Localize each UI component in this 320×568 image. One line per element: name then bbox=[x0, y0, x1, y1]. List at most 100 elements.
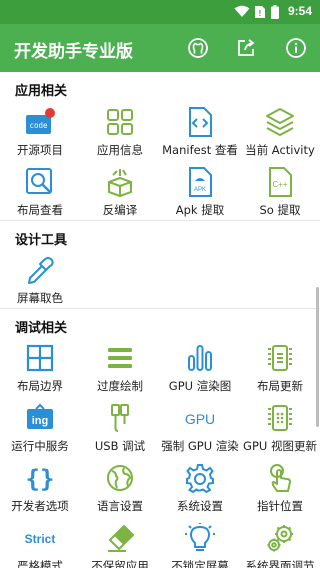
tool-overdraw[interactable]: 过度绘制 bbox=[80, 342, 160, 400]
gpu-text-icon: GPU bbox=[185, 411, 215, 427]
tool-label: 屏幕取色 bbox=[17, 291, 63, 305]
running-service-icon: ing bbox=[27, 403, 53, 429]
svg-text:C++: C++ bbox=[272, 180, 287, 189]
app-bar: 开发助手专业版 bbox=[0, 24, 320, 72]
tool-usb-debug[interactable]: USB 调试 bbox=[80, 402, 160, 460]
layout-search-icon bbox=[26, 168, 52, 194]
tool-app-info[interactable]: 应用信息 bbox=[80, 106, 160, 164]
tool-label: 应用信息 bbox=[97, 143, 143, 157]
layers-icon bbox=[266, 108, 294, 136]
tool-color-picker[interactable]: 屏幕取色 bbox=[0, 254, 80, 312]
tools-list[interactable]: 应用相关 code 开源项目 应用信息 Manifest 查看 当前 Activ… bbox=[0, 72, 320, 568]
tool-gpu-view-update[interactable]: GPU 视图更新 bbox=[240, 402, 320, 460]
tool-running-services[interactable]: ing 运行中服务 bbox=[0, 402, 80, 460]
strict-text-icon: Strict bbox=[25, 532, 56, 546]
tool-label: 系统设置 bbox=[177, 499, 223, 513]
tool-label: 反编译 bbox=[102, 203, 138, 217]
tool-layout-update[interactable]: 布局更新 bbox=[240, 342, 320, 400]
tool-current-activity[interactable]: 当前 Activity bbox=[240, 106, 320, 164]
tool-layout-bounds[interactable]: 布局边界 bbox=[0, 342, 80, 400]
tool-label: 过度绘制 bbox=[97, 379, 143, 393]
pointer-icon bbox=[270, 464, 291, 492]
globe-icon bbox=[107, 465, 133, 491]
section-title-design: 设计工具 bbox=[15, 233, 68, 248]
status-bar: ! 9:54 bbox=[0, 0, 320, 24]
tool-system-ui-tuner[interactable]: 系统界面调节 bbox=[240, 522, 320, 568]
tool-label: 布局查看 bbox=[17, 203, 63, 217]
tool-label: 布局边界 bbox=[17, 379, 63, 393]
section-divider bbox=[0, 308, 320, 309]
code-badge-icon: code bbox=[26, 108, 55, 134]
app-title: 开发助手专业版 bbox=[14, 42, 133, 62]
grid-icon bbox=[107, 109, 133, 135]
tool-layout-view[interactable]: 布局查看 bbox=[0, 166, 80, 224]
layout-update-icon bbox=[268, 345, 292, 371]
tool-label: 运行中服务 bbox=[11, 439, 69, 453]
icon-text: Strict bbox=[25, 532, 56, 546]
share-icon[interactable] bbox=[234, 36, 258, 60]
gears-icon bbox=[267, 525, 293, 552]
icon-text: GPU bbox=[185, 411, 215, 427]
section-title-app: 应用相关 bbox=[15, 84, 68, 99]
bar-chart-icon bbox=[188, 345, 212, 371]
tool-language-settings[interactable]: 语言设置 bbox=[80, 462, 160, 520]
tool-stay-awake[interactable]: 不锁定屏幕 bbox=[160, 522, 240, 568]
tool-label: 严格模式 bbox=[17, 559, 63, 568]
braces-icon: {} bbox=[26, 465, 55, 493]
tool-label: 当前 Activity bbox=[245, 143, 315, 157]
tool-label: USB 调试 bbox=[94, 439, 146, 453]
tool-strict-mode[interactable]: Strict 严格模式 bbox=[0, 522, 80, 568]
tool-label: GPU 渲染图 bbox=[168, 379, 232, 393]
tool-label: 指针位置 bbox=[257, 499, 303, 513]
tool-dont-keep-activities[interactable]: 不保留应用 bbox=[80, 522, 160, 568]
section-title-debug: 调试相关 bbox=[15, 321, 68, 336]
icon-text: ing bbox=[32, 415, 49, 427]
svg-text:!: ! bbox=[259, 9, 262, 18]
gear-icon bbox=[186, 464, 214, 494]
tool-gpu-render-graph[interactable]: GPU 渲染图 bbox=[160, 342, 240, 400]
gift-box-icon bbox=[108, 169, 132, 197]
lightbulb-icon bbox=[185, 523, 215, 551]
tool-label: 系统界面调节 bbox=[245, 559, 315, 568]
clock: 9:54 bbox=[287, 4, 312, 18]
overdraw-icon bbox=[108, 348, 132, 368]
tool-system-settings[interactable]: 系统设置 bbox=[160, 462, 240, 520]
tool-label: So 提取 bbox=[259, 203, 301, 217]
battery-icon bbox=[271, 5, 279, 19]
svg-text:{}: {} bbox=[26, 465, 55, 493]
layout-bounds-icon bbox=[26, 344, 54, 372]
tool-label: GPU 视图更新 bbox=[243, 439, 317, 453]
usb-icon bbox=[111, 404, 129, 432]
tool-label: 强制 GPU 渲染 bbox=[161, 439, 239, 453]
scrollbar[interactable] bbox=[316, 287, 319, 427]
tool-label: 开发者选项 bbox=[11, 499, 69, 513]
github-icon[interactable] bbox=[186, 36, 210, 60]
tool-label: Manifest 查看 bbox=[162, 143, 238, 157]
tool-decompile[interactable]: 反编译 bbox=[80, 166, 160, 224]
info-icon[interactable] bbox=[284, 36, 308, 60]
tool-manifest[interactable]: Manifest 查看 bbox=[160, 106, 240, 164]
tool-pointer-location[interactable]: 指针位置 bbox=[240, 462, 320, 520]
tool-label: 不保留应用 bbox=[91, 559, 149, 568]
tool-apk-extract[interactable]: APK Apk 提取 bbox=[160, 166, 240, 224]
eyedropper-icon bbox=[28, 257, 54, 284]
eraser-icon bbox=[108, 525, 134, 552]
tool-label: 布局更新 bbox=[257, 379, 303, 393]
tool-so-extract[interactable]: C++ So 提取 bbox=[240, 166, 320, 224]
gpu-view-update-icon bbox=[268, 405, 292, 431]
sim-icon: ! bbox=[255, 6, 265, 18]
svg-text:code: code bbox=[29, 121, 48, 130]
cpp-file-icon: C++ bbox=[269, 167, 292, 197]
tool-force-gpu[interactable]: GPU 强制 GPU 渲染 bbox=[160, 402, 240, 460]
tool-open-source[interactable]: code 开源项目 bbox=[0, 106, 80, 164]
wifi-icon bbox=[234, 5, 250, 17]
apk-file-icon: APK bbox=[189, 167, 212, 197]
tool-developer-options[interactable]: {} 开发者选项 bbox=[0, 462, 80, 520]
tool-label: 不锁定屏幕 bbox=[171, 559, 229, 568]
file-code-icon bbox=[189, 107, 212, 137]
tool-label: Apk 提取 bbox=[175, 203, 225, 217]
section-divider bbox=[0, 220, 320, 221]
svg-text:APK: APK bbox=[194, 187, 206, 193]
tool-label: 语言设置 bbox=[97, 499, 143, 513]
tool-label: 开源项目 bbox=[17, 143, 63, 157]
